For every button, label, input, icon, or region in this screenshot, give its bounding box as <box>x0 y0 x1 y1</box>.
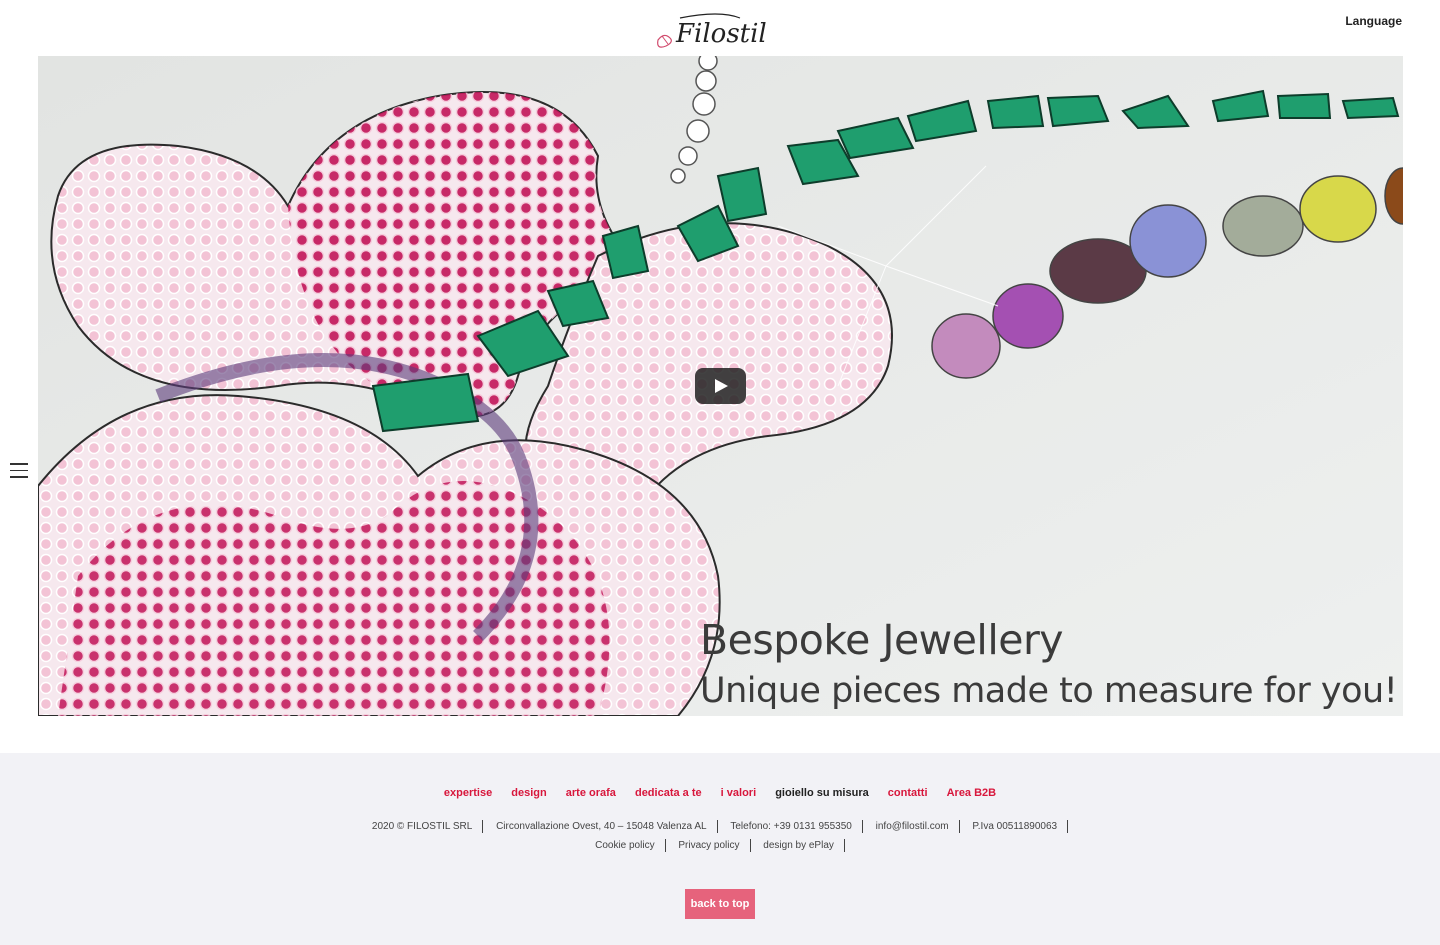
language-selector[interactable]: Language <box>1345 14 1402 28</box>
footer-link-expertise[interactable]: expertise <box>444 787 492 799</box>
phone[interactable]: Telefono: +39 0131 955350 <box>720 820 863 833</box>
footer-nav: expertise design arte orafa dedicata a t… <box>0 787 1440 799</box>
address: Circonvallazione Ovest, 40 – 15048 Valen… <box>486 820 718 833</box>
caption-subtitle: Unique pieces made to measure for you! <box>700 671 1398 711</box>
footer-link-gioiello-su-misura[interactable]: gioiello su misura <box>775 787 869 799</box>
filostil-logo[interactable]: Filostil <box>650 8 790 52</box>
cookie-policy-link[interactable]: Cookie policy <box>595 839 666 852</box>
design-credit-link[interactable]: design by ePlay <box>753 839 845 852</box>
video-caption: Bespoke Jewellery Unique pieces made to … <box>700 614 1398 716</box>
footer-legal: Cookie policy Privacy policy design by e… <box>0 839 1440 852</box>
site-header: Filostil Language <box>0 0 1440 56</box>
menu-icon[interactable] <box>10 463 28 480</box>
footer-link-area-b2b[interactable]: Area B2B <box>947 787 997 799</box>
privacy-policy-link[interactable]: Privacy policy <box>668 839 751 852</box>
footer-link-contatti[interactable]: contatti <box>888 787 928 799</box>
footer-link-i-valori[interactable]: i valori <box>721 787 756 799</box>
caption-title: Bespoke Jewellery <box>700 616 1064 664</box>
copyright: 2020 © FILOSTIL SRL <box>372 820 484 833</box>
svg-text:Filostil: Filostil <box>675 19 767 49</box>
back-to-top-button[interactable]: back to top <box>685 889 755 919</box>
play-button[interactable] <box>695 368 746 404</box>
footer-info: 2020 © FILOSTIL SRL Circonvallazione Ove… <box>0 820 1440 833</box>
footer-link-arte-orafa[interactable]: arte orafa <box>566 787 616 799</box>
vat-number: P.Iva 00511890063 <box>962 820 1069 833</box>
email-link[interactable]: info@filostil.com <box>866 820 960 833</box>
footer-link-dedicata-a-te[interactable]: dedicata a te <box>635 787 702 799</box>
footer-link-design[interactable]: design <box>511 787 546 799</box>
site-footer: expertise design arte orafa dedicata a t… <box>0 753 1440 945</box>
video-player[interactable]: Bespoke Jewellery Unique pieces made to … <box>38 56 1403 716</box>
